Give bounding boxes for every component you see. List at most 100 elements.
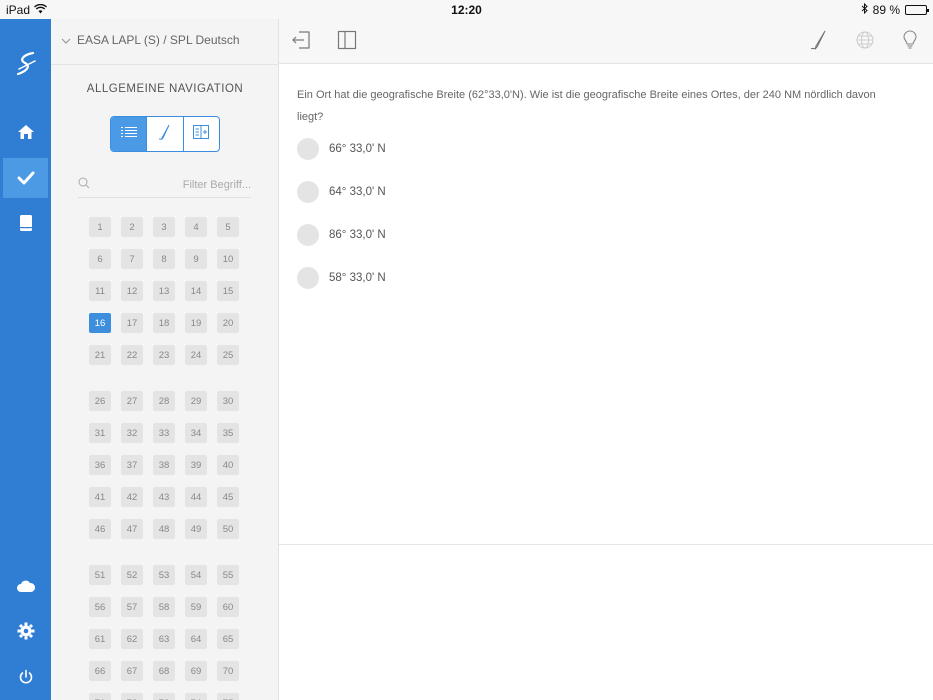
question-number-74[interactable]: 74 [185, 693, 207, 700]
question-number-43[interactable]: 43 [153, 487, 175, 507]
question-number-11[interactable]: 11 [89, 281, 111, 301]
question-number-39[interactable]: 39 [185, 455, 207, 475]
question-number-16[interactable]: 16 [89, 313, 111, 333]
question-number-19[interactable]: 19 [185, 313, 207, 333]
question-number-12[interactable]: 12 [121, 281, 143, 301]
question-number-18[interactable]: 18 [153, 313, 175, 333]
question-number-9[interactable]: 9 [185, 249, 207, 269]
question-number-73[interactable]: 73 [153, 693, 175, 700]
answer-option-4[interactable]: 58° 33,0' N [297, 267, 386, 289]
notes-button[interactable] [807, 30, 831, 54]
question-number-60[interactable]: 60 [217, 597, 239, 617]
question-number-55[interactable]: 55 [217, 565, 239, 585]
question-number-13[interactable]: 13 [153, 281, 175, 301]
check-icon[interactable] [3, 158, 48, 198]
question-number-68[interactable]: 68 [153, 661, 175, 681]
question-number-56[interactable]: 56 [89, 597, 111, 617]
question-number-38[interactable]: 38 [153, 455, 175, 475]
question-number-36[interactable]: 36 [89, 455, 111, 475]
question-number-48[interactable]: 48 [153, 519, 175, 539]
radio-button[interactable] [297, 181, 319, 203]
question-number-28[interactable]: 28 [153, 391, 175, 411]
question-number-5[interactable]: 5 [217, 217, 239, 237]
radio-button[interactable] [297, 138, 319, 160]
question-number-64[interactable]: 64 [185, 629, 207, 649]
notes-view-button[interactable] [147, 117, 184, 151]
question-number-47[interactable]: 47 [121, 519, 143, 539]
language-button[interactable] [853, 30, 877, 54]
hint-button[interactable] [898, 29, 922, 54]
question-number-52[interactable]: 52 [121, 565, 143, 585]
logo-icon[interactable] [0, 44, 51, 84]
question-number-27[interactable]: 27 [121, 391, 143, 411]
question-number-75[interactable]: 75 [217, 693, 239, 700]
radio-button[interactable] [297, 224, 319, 246]
power-icon[interactable] [0, 657, 51, 697]
course-selector[interactable]: EASA LAPL (S) / SPL Deutsch [61, 33, 240, 47]
answer-option-3[interactable]: 86° 33,0' N [297, 224, 386, 246]
question-number-17[interactable]: 17 [121, 313, 143, 333]
question-number-3[interactable]: 3 [153, 217, 175, 237]
question-number-25[interactable]: 25 [217, 345, 239, 365]
question-number-34[interactable]: 34 [185, 423, 207, 443]
question-number-24[interactable]: 24 [185, 345, 207, 365]
question-number-42[interactable]: 42 [121, 487, 143, 507]
question-number-10[interactable]: 10 [217, 249, 239, 269]
question-number-46[interactable]: 46 [89, 519, 111, 539]
question-number-45[interactable]: 45 [217, 487, 239, 507]
question-number-22[interactable]: 22 [121, 345, 143, 365]
question-number-4[interactable]: 4 [185, 217, 207, 237]
question-number-44[interactable]: 44 [185, 487, 207, 507]
question-number-65[interactable]: 65 [217, 629, 239, 649]
home-icon[interactable] [0, 112, 51, 152]
question-number-62[interactable]: 62 [121, 629, 143, 649]
list-view-button[interactable] [111, 117, 148, 151]
filter-input[interactable] [90, 178, 251, 191]
question-number-61[interactable]: 61 [89, 629, 111, 649]
question-number-21[interactable]: 21 [89, 345, 111, 365]
question-number-20[interactable]: 20 [217, 313, 239, 333]
question-number-59[interactable]: 59 [185, 597, 207, 617]
gear-icon[interactable] [0, 611, 51, 651]
split-view-button[interactable] [184, 117, 219, 151]
question-number-70[interactable]: 70 [217, 661, 239, 681]
question-number-72[interactable]: 72 [121, 693, 143, 700]
question-number-37[interactable]: 37 [121, 455, 143, 475]
question-number-29[interactable]: 29 [185, 391, 207, 411]
question-number-15[interactable]: 15 [217, 281, 239, 301]
answer-option-1[interactable]: 66° 33,0' N [297, 138, 386, 160]
radio-button[interactable] [297, 267, 319, 289]
question-number-35[interactable]: 35 [217, 423, 239, 443]
question-number-14[interactable]: 14 [185, 281, 207, 301]
question-number-32[interactable]: 32 [121, 423, 143, 443]
question-number-41[interactable]: 41 [89, 487, 111, 507]
book-icon[interactable] [0, 203, 51, 243]
question-number-54[interactable]: 54 [185, 565, 207, 585]
question-number-58[interactable]: 58 [153, 597, 175, 617]
question-number-66[interactable]: 66 [89, 661, 111, 681]
question-number-49[interactable]: 49 [185, 519, 207, 539]
question-number-7[interactable]: 7 [121, 249, 143, 269]
question-number-33[interactable]: 33 [153, 423, 175, 443]
question-number-50[interactable]: 50 [217, 519, 239, 539]
question-number-23[interactable]: 23 [153, 345, 175, 365]
question-number-6[interactable]: 6 [89, 249, 111, 269]
sidebar-toggle-button[interactable] [335, 30, 359, 54]
question-number-53[interactable]: 53 [153, 565, 175, 585]
question-number-69[interactable]: 69 [185, 661, 207, 681]
question-number-26[interactable]: 26 [89, 391, 111, 411]
question-number-30[interactable]: 30 [217, 391, 239, 411]
question-number-51[interactable]: 51 [89, 565, 111, 585]
question-number-31[interactable]: 31 [89, 423, 111, 443]
question-number-63[interactable]: 63 [153, 629, 175, 649]
question-number-40[interactable]: 40 [217, 455, 239, 475]
answer-option-2[interactable]: 64° 33,0' N [297, 181, 386, 203]
question-number-8[interactable]: 8 [153, 249, 175, 269]
question-number-2[interactable]: 2 [121, 217, 143, 237]
question-number-57[interactable]: 57 [121, 597, 143, 617]
question-number-1[interactable]: 1 [89, 217, 111, 237]
exit-button[interactable] [289, 30, 313, 54]
cloud-icon[interactable] [0, 566, 51, 606]
question-number-71[interactable]: 71 [89, 693, 111, 700]
question-number-67[interactable]: 67 [121, 661, 143, 681]
